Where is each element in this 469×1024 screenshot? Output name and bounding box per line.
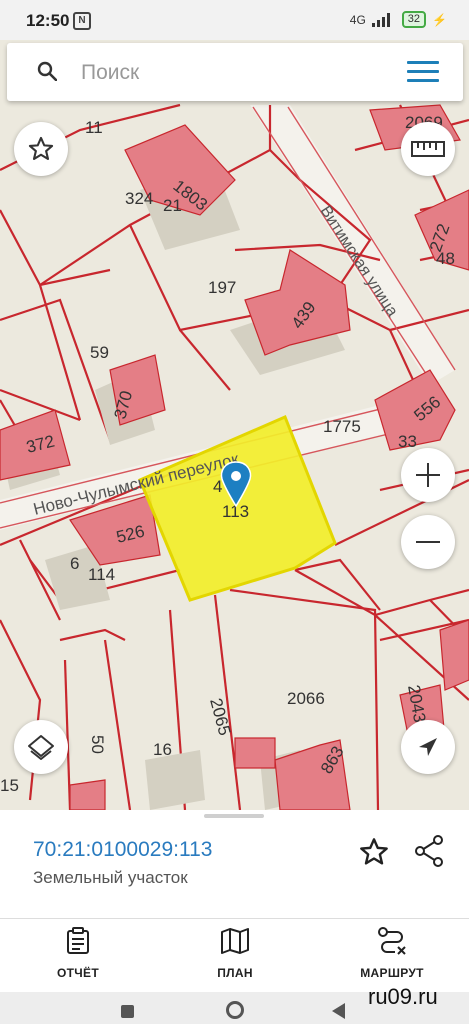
- building-bottom-left: [69, 779, 106, 810]
- building-right-mid: [439, 619, 469, 691]
- plan-label: ПЛАН: [217, 966, 253, 980]
- label-4: 4: [213, 477, 222, 496]
- plan-button[interactable]: ПЛАН: [180, 927, 290, 980]
- back-button[interactable]: [332, 1003, 345, 1019]
- label-2065: 2065: [206, 696, 234, 737]
- sheet-handle[interactable]: [204, 814, 264, 818]
- star-icon: [28, 136, 54, 160]
- search-input[interactable]: [79, 55, 383, 91]
- map-icon: [221, 928, 249, 954]
- cadastral-map[interactable]: Витимская улица Ново-Чулымский переулок …: [0, 40, 469, 810]
- label-21: 21: [163, 196, 182, 215]
- home-button[interactable]: [226, 1001, 244, 1019]
- minus-icon: [416, 541, 440, 543]
- watermark: ru09.ru: [368, 984, 438, 1009]
- label-48: 48: [436, 249, 455, 268]
- ruler-button[interactable]: [401, 122, 455, 176]
- action-bar: ОТЧЁТ ПЛАН МАРШРУТ: [0, 919, 469, 989]
- status-time: 12:50: [26, 11, 70, 30]
- favorite-map-button[interactable]: [14, 122, 68, 176]
- label-114: 114: [88, 565, 115, 584]
- zoom-in-button[interactable]: [401, 448, 455, 502]
- label-33: 33: [398, 432, 417, 451]
- zoom-out-button[interactable]: [401, 515, 455, 569]
- property-type: Земельный участок: [33, 868, 188, 887]
- cadastral-number[interactable]: 70:21:0100029:113: [33, 838, 212, 862]
- ruler-icon: [411, 141, 445, 157]
- label-2066: 2066: [287, 689, 325, 708]
- plus-icon: [416, 463, 440, 487]
- notification-icon: N: [73, 12, 91, 30]
- status-indicators: 4G 32 ⚡: [350, 11, 447, 28]
- search-bar: [7, 43, 463, 101]
- route-icon: [378, 927, 406, 955]
- property-sheet: 70:21:0100029:113 Земельный участок: [0, 810, 469, 918]
- label-6: 6: [70, 554, 79, 573]
- label-324: 324: [125, 189, 153, 208]
- label-50: 50: [88, 735, 107, 754]
- search-icon[interactable]: [37, 61, 57, 81]
- label-1775: 1775: [323, 417, 361, 436]
- report-button[interactable]: ОТЧЁТ: [23, 927, 133, 980]
- signal-icon: [371, 12, 390, 27]
- my-location-button[interactable]: [401, 720, 455, 774]
- label-11: 11: [85, 118, 103, 137]
- label-197: 197: [208, 278, 236, 297]
- favorite-star-icon[interactable]: [358, 836, 390, 868]
- report-label: ОТЧЁТ: [57, 966, 99, 980]
- route-button[interactable]: МАРШРУТ: [337, 927, 447, 980]
- route-label: МАРШРУТ: [360, 966, 424, 980]
- recent-apps-button[interactable]: [121, 1005, 134, 1018]
- map-view[interactable]: Витимская улица Ново-Чулымский переулок …: [0, 40, 469, 810]
- label-59: 59: [90, 343, 109, 362]
- status-bar: 12:50 N 4G 32 ⚡: [0, 0, 469, 40]
- charging-icon: ⚡: [432, 12, 447, 27]
- label-16: 16: [153, 740, 172, 759]
- clipboard-icon: [67, 927, 89, 954]
- layers-icon: [28, 735, 54, 760]
- share-icon[interactable]: [413, 834, 445, 868]
- network-label: 4G: [349, 12, 366, 27]
- label-15: 15: [0, 776, 19, 795]
- building-small: [234, 737, 276, 769]
- navigation-arrow-icon: [419, 738, 437, 756]
- battery-level: 32: [401, 11, 427, 28]
- layers-button[interactable]: [14, 720, 68, 774]
- menu-icon[interactable]: [407, 61, 439, 83]
